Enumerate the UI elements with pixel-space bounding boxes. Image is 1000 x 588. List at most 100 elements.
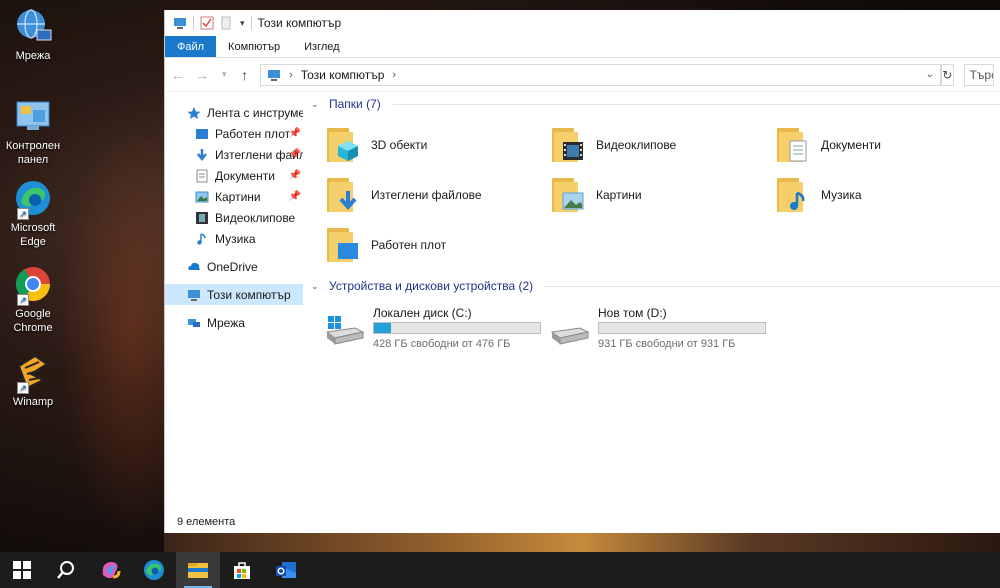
drive-d[interactable]: Нов том (D:) 931 ГБ свободни от 931 ГБ [550,306,775,350]
nav-label: Видеоклипове [215,210,296,225]
edge-icon: ↗ [13,178,53,220]
drive-name: Локален диск (C:) [373,306,472,320]
separator [250,16,252,30]
pictures-folder-icon [550,176,584,214]
search-icon [57,561,74,579]
pin-icon: 📌 [288,128,301,139]
nav-desktop[interactable]: Работен плот 📌 [165,123,303,144]
nav-pictures[interactable]: Картини 📌 [165,186,303,207]
content-pane: ⌄ Папки (7) 3D обекти Видеоклипове Докум… [303,92,1000,511]
nav-onedrive[interactable]: OneDrive [165,256,303,277]
address-field[interactable]: › Този компютър › ⌄ [260,63,942,86]
folder-label: Картини [596,188,642,202]
folder-3d-objects[interactable]: 3D обекти [325,120,550,170]
folder-label: Видеоклипове [596,138,677,152]
folder-label: 3D обекти [371,138,428,152]
up-button[interactable]: ↑ [240,67,251,83]
music-folder-icon [775,176,809,214]
nav-this-pc[interactable]: Този компютър [165,284,303,305]
folder-desktop[interactable]: Работен плот [325,220,550,270]
nav-music[interactable]: Музика [165,228,303,249]
nav-videos[interactable]: Видеоклипове [165,207,303,228]
folder-label: Работен плот [371,238,447,252]
cloud-icon [187,260,201,274]
window-title: Този компютър [257,16,342,30]
chevron-down-icon[interactable]: ⌄ [311,99,323,110]
tab-view[interactable]: Изглед [292,36,351,57]
folder-music[interactable]: Музика [775,170,1000,220]
desktop-icon-control-panel[interactable]: Контролен панел [4,96,62,167]
drive-free-space: 931 ГБ свободни от 931 ГБ [598,338,736,350]
nav-quick-access[interactable]: Лента с инструменти [165,102,303,123]
nav-label: Работен плот [215,126,291,141]
nav-downloads[interactable]: Изтеглени файл 📌 [165,144,303,165]
file-explorer-icon [188,563,208,578]
group-title: Устройства и дискови устройства (2) [329,279,534,293]
edge-taskbar-button[interactable] [132,552,176,588]
chevron-down-icon[interactable]: ⌄ [311,281,323,292]
new-folder-icon[interactable] [220,16,234,30]
chevron-right-icon[interactable]: › [289,69,293,81]
start-button[interactable] [0,552,44,588]
search-input[interactable]: Търсе [963,63,995,86]
tab-file[interactable]: Файл [165,36,217,57]
folder-videos[interactable]: Видеоклипове [550,120,775,170]
windows-drive-icon [325,314,365,346]
taskbar [0,552,1000,588]
nav-documents[interactable]: Документи 📌 [165,165,303,186]
store-button[interactable] [220,552,264,588]
star-icon [187,106,201,120]
drive-c[interactable]: Локален диск (C:) 428 ГБ свободни от 476… [325,306,550,350]
shortcut-arrow-icon: ↗ [17,294,29,306]
network-icon [13,6,53,46]
nav-label: Картини [215,189,261,204]
music-note-icon [195,232,209,246]
recent-locations-icon[interactable]: ▾ [219,69,230,80]
desktop-icon-winamp[interactable]: ↗ Winamp [4,352,62,409]
nav-network[interactable]: Мрежа [165,312,303,333]
store-icon [234,562,250,579]
title-bar: ▾ Този компютър [165,10,1000,36]
folder-label: Документи [821,138,881,152]
downloads-folder-icon [325,176,359,214]
desktop-icon-label: Microsoft Edge [10,222,56,248]
forward-button[interactable]: → [195,67,209,83]
quick-access-dropdown-icon[interactable]: ▾ [240,18,245,29]
folder-documents[interactable]: Документи [775,120,1000,170]
properties-icon[interactable] [200,16,214,30]
folder-downloads[interactable]: Изтеглени файлове [325,170,550,220]
drive-usage-fill [374,323,391,333]
chevron-right-icon[interactable]: › [392,69,396,81]
search-button[interactable] [44,552,88,588]
drives-group-header[interactable]: ⌄ Устройства и дискови устройства (2) [311,276,1000,296]
desktop-icon-chrome[interactable]: ↗ Google Chrome [4,264,62,335]
copilot-icon [102,562,121,579]
videos-folder-icon [550,126,584,164]
folder-pictures[interactable]: Картини [550,170,775,220]
drive-name: Нов том (D:) [598,306,667,320]
status-bar: 9 елемента [165,511,1000,533]
nav-label: Този компютър [207,287,291,302]
back-button[interactable]: ← [171,67,185,83]
file-explorer-taskbar-button[interactable] [176,552,220,588]
refresh-button[interactable]: ↻ [941,63,954,86]
desktop-icon-label: Winamp [12,396,54,408]
chrome-icon: ↗ [13,264,53,306]
film-icon [195,211,209,225]
desktop-icon-network[interactable]: Мрежа [4,6,62,63]
download-icon [195,148,209,162]
tab-computer[interactable]: Компютър [216,36,292,57]
folders-group-header[interactable]: ⌄ Папки (7) [311,94,1000,114]
separator [193,16,194,30]
address-path[interactable]: Този компютър [301,68,385,82]
drive-usage-bar [373,322,541,334]
nav-label: Документи [215,168,275,183]
navigation-pane: Лента с инструменти Работен плот 📌 Изтег… [165,92,303,511]
desktop-icon-edge[interactable]: ↗ Microsoft Edge [4,178,62,249]
copilot-button[interactable] [88,552,132,588]
address-bar-row: ← → ▾ ↑ › Този компютър › ⌄ ↻ Търсе [165,58,1000,92]
edge-icon [144,560,164,580]
outlook-icon [276,562,296,578]
address-dropdown-icon[interactable]: ⌄ [926,69,934,80]
outlook-button[interactable] [264,552,308,588]
